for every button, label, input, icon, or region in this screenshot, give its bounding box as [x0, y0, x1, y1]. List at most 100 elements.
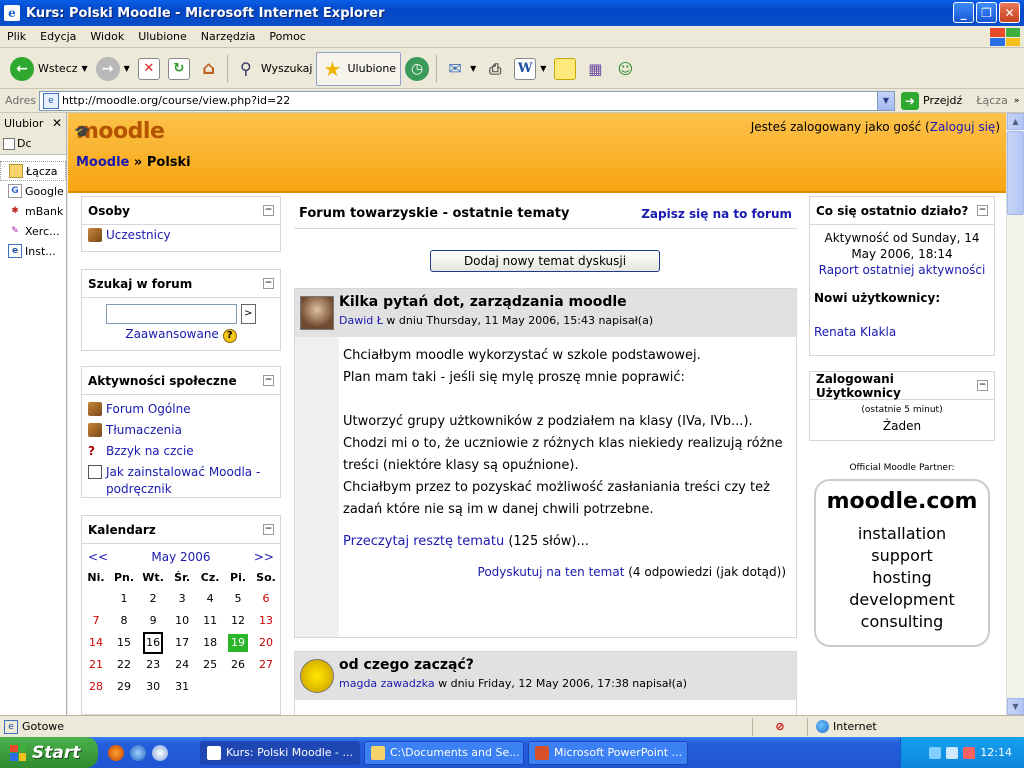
activity-link[interactable]: Bzzyk na czcie	[106, 443, 194, 460]
calendar-day[interactable]: 5	[224, 588, 252, 610]
mail-button[interactable]: ✉ ▼	[440, 52, 480, 86]
volume-icon[interactable]	[946, 746, 959, 759]
edit-dropdown-icon[interactable]: ▼	[540, 64, 546, 73]
calendar-day[interactable]: 16	[138, 632, 168, 654]
favorite-item[interactable]: G Google	[0, 181, 66, 201]
forward-button[interactable]: → ▼	[92, 52, 134, 86]
calendar-day[interactable]: 1	[110, 588, 138, 610]
address-dropdown-icon[interactable]: ▼	[877, 91, 894, 110]
post-author-link[interactable]: Dawid Ł	[339, 314, 383, 327]
participants-link[interactable]: Uczestnicy	[106, 227, 171, 244]
menu-file[interactable]: Plik	[0, 30, 33, 43]
clock[interactable]: 12:14	[980, 746, 1012, 759]
links-chevron-icon[interactable]: »	[1014, 96, 1020, 106]
favorite-item[interactable]: Łącza	[0, 161, 66, 181]
close-button[interactable]: ✕	[999, 2, 1020, 23]
mail-dropdown-icon[interactable]: ▼	[470, 64, 476, 73]
subscribe-link[interactable]: Zapisz się na to forum	[641, 207, 792, 221]
refresh-button[interactable]: ↻	[164, 52, 194, 86]
start-button[interactable]: Start	[0, 737, 98, 768]
calendar-day[interactable]: 13	[252, 610, 280, 632]
calendar-day[interactable]: 15	[110, 632, 138, 654]
history-button[interactable]: ◷	[401, 52, 433, 86]
scroll-up-icon[interactable]: ▲	[1007, 113, 1024, 130]
discuss-link[interactable]: Podyskutuj na ten temat	[478, 565, 625, 579]
calendar-day[interactable]: 14	[82, 632, 110, 654]
ie-icon[interactable]	[130, 744, 146, 761]
search-button[interactable]: ⚲ Wyszukaj	[231, 52, 317, 86]
calendar-day[interactable]: 2	[138, 588, 168, 610]
research-button[interactable]: ▦	[580, 52, 610, 86]
menu-edit[interactable]: Edycja	[33, 30, 83, 43]
activity-link[interactable]: Forum Ogólne	[106, 401, 191, 418]
calendar-next-link[interactable]: >>	[254, 550, 274, 564]
calendar-day[interactable]: 19	[224, 632, 252, 654]
show-desktop-icon[interactable]	[152, 744, 168, 761]
favorite-item[interactable]: e Inst...	[0, 241, 66, 261]
calendar-day[interactable]: 6	[252, 588, 280, 610]
close-panel-icon[interactable]: ✕	[52, 116, 62, 130]
menu-view[interactable]: Widok	[83, 30, 131, 43]
popup-blocked-icon[interactable]: ⊘	[775, 720, 784, 733]
calendar-day[interactable]: 26	[224, 654, 252, 676]
collapse-icon[interactable]: −	[977, 380, 988, 391]
read-more-link[interactable]: Przeczytaj resztę tematu	[343, 534, 504, 549]
edit-button[interactable]: W ▼	[510, 52, 550, 86]
favorite-item[interactable]: ✱ mBank	[0, 201, 66, 221]
calendar-day[interactable]: 31	[168, 676, 196, 698]
calendar-day[interactable]: 9	[138, 610, 168, 632]
favorite-item[interactable]: ✎ Xerc...	[0, 221, 66, 241]
add-discussion-button[interactable]: Dodaj nowy temat dyskusji	[430, 250, 660, 272]
home-button[interactable]: ⌂	[194, 52, 224, 86]
print-button[interactable]: ⎙	[480, 52, 510, 86]
scroll-thumb[interactable]	[1007, 131, 1024, 215]
calendar-day[interactable]: 23	[138, 654, 168, 676]
task-ie[interactable]: Kurs: Polski Moodle - ...	[200, 740, 360, 765]
calendar-day[interactable]: 18	[196, 632, 224, 654]
forward-dropdown-icon[interactable]: ▼	[124, 64, 130, 73]
favorites-button[interactable]: ★ Ulubione	[316, 51, 402, 86]
help-icon[interactable]: ?	[222, 329, 237, 343]
people-item[interactable]: Uczestnicy	[82, 225, 280, 246]
calendar-day[interactable]: 30	[138, 676, 168, 698]
calendar-day[interactable]: 20	[252, 632, 280, 654]
address-input[interactable]: e http://moodle.org/course/view.php?id=2…	[39, 90, 895, 111]
security-alert-icon[interactable]	[963, 746, 976, 759]
calendar-prev-link[interactable]: <<	[88, 550, 108, 564]
scroll-down-icon[interactable]: ▼	[1007, 698, 1024, 715]
task-powerpoint[interactable]: Microsoft PowerPoint ...	[528, 740, 688, 765]
advanced-search-link[interactable]: Zaawansowane	[125, 327, 218, 341]
add-favorite-button[interactable]: Dc	[0, 133, 66, 155]
messenger-button[interactable]: ☺	[610, 52, 640, 86]
calendar-day[interactable]: 17	[168, 632, 196, 654]
menu-favorites[interactable]: Ulubione	[131, 30, 194, 43]
activity-link[interactable]: Tłumaczenia	[106, 422, 182, 439]
calendar-day[interactable]: 28	[82, 676, 110, 698]
search-input[interactable]	[106, 304, 238, 324]
title-bar[interactable]: e Kurs: Polski Moodle - Microsoft Intern…	[0, 0, 1024, 26]
calendar-month-link[interactable]: May 2006	[151, 550, 210, 564]
activity-item[interactable]: Tłumaczenia	[82, 420, 280, 441]
stop-button[interactable]: ✕	[134, 52, 164, 86]
calendar-day[interactable]: 4	[196, 588, 224, 610]
back-button[interactable]: ← Wstecz ▼	[6, 52, 92, 86]
activity-item[interactable]: Forum Ogólne	[82, 399, 280, 420]
activity-link[interactable]: Jak zainstalować Moodla - podręcznik	[106, 464, 274, 498]
go-button[interactable]: ➜ Przejdź	[901, 91, 962, 110]
activity-item[interactable]: Jak zainstalować Moodla - podręcznik	[82, 462, 280, 500]
calendar-day[interactable]: 25	[196, 654, 224, 676]
activity-report-link[interactable]: Raport ostatniej aktywności	[814, 262, 990, 278]
calendar-day[interactable]: 29	[110, 676, 138, 698]
vertical-scrollbar[interactable]: ▲ ▼	[1006, 113, 1024, 715]
moodle-logo[interactable]: 🎓 moodle	[74, 119, 165, 144]
login-link[interactable]: Zaloguj się	[930, 120, 996, 134]
maximize-button[interactable]: ❐	[976, 2, 997, 23]
firefox-icon[interactable]	[108, 744, 124, 761]
menu-help[interactable]: Pomoc	[262, 30, 312, 43]
breadcrumb-home[interactable]: Moodle	[76, 155, 129, 170]
calendar-day[interactable]: 21	[82, 654, 110, 676]
search-go-button[interactable]: >	[240, 304, 256, 324]
moodle-com-banner[interactable]: moodle.com installation support hosting …	[814, 479, 990, 647]
calendar-day[interactable]: 24	[168, 654, 196, 676]
collapse-icon[interactable]: −	[263, 205, 274, 216]
